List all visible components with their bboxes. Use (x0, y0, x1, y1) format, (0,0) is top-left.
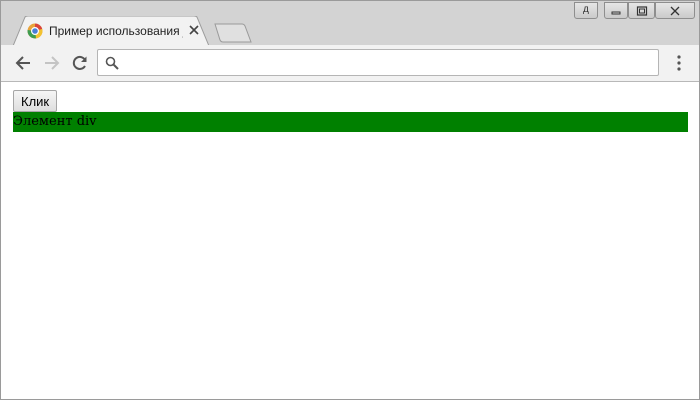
close-window-button[interactable] (655, 2, 695, 19)
forward-arrow-icon[interactable] (42, 53, 62, 73)
minimize-icon (611, 11, 621, 14)
close-tab-icon[interactable] (188, 24, 200, 36)
click-button[interactable]: Клик (13, 90, 58, 112)
kebab-menu-icon[interactable] (669, 53, 689, 73)
green-div-element: Элемент div (13, 112, 688, 132)
minimize-button[interactable] (604, 2, 628, 19)
chrome-app-icon (27, 23, 43, 39)
close-icon (670, 6, 680, 15)
title-bar: Пример использования jQuery д (1, 1, 699, 46)
search-icon (105, 56, 119, 70)
reload-icon[interactable] (70, 53, 90, 73)
back-arrow-icon[interactable] (13, 53, 33, 73)
browser-toolbar (1, 45, 699, 82)
address-bar[interactable] (97, 49, 659, 76)
profile-label: д (583, 4, 589, 15)
profile-button[interactable]: д (574, 2, 598, 19)
address-input[interactable] (124, 53, 648, 74)
restore-icon (636, 5, 647, 16)
browser-window: Пример использования jQuery д (0, 0, 700, 400)
tab-active[interactable]: Пример использования jQuery (13, 16, 209, 46)
maximize-button[interactable] (628, 2, 655, 19)
tab-title: Пример использования jQuery (49, 24, 183, 38)
new-tab-button[interactable] (214, 23, 252, 43)
page-content: Клик Элемент div (1, 82, 699, 399)
